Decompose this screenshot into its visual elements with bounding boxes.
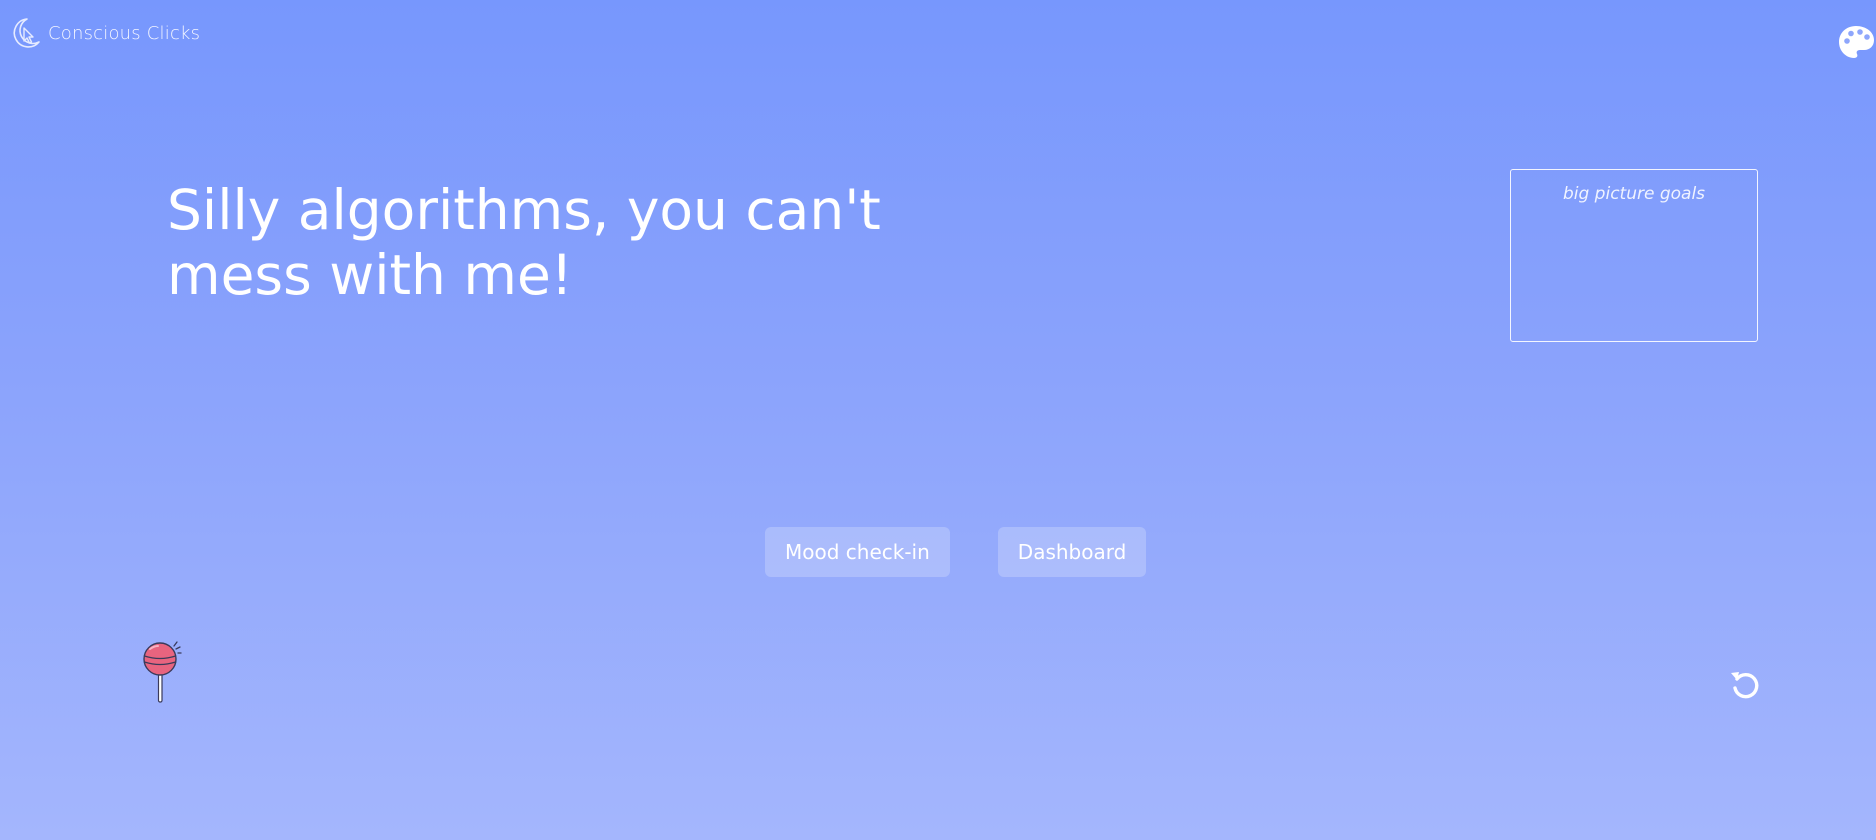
- undo-icon[interactable]: [1728, 668, 1762, 702]
- action-buttons: Mood check-in Dashboard: [765, 527, 1147, 577]
- mood-checkin-button[interactable]: Mood check-in: [765, 527, 950, 577]
- palette-icon[interactable]: [1836, 22, 1876, 62]
- brand-name: Conscious Clicks: [48, 22, 201, 44]
- lollipop-icon[interactable]: [138, 638, 184, 704]
- dashboard-button[interactable]: Dashboard: [997, 527, 1147, 577]
- moon-cursor-logo-icon: [13, 18, 40, 48]
- brand[interactable]: Conscious Clicks: [8, 16, 200, 50]
- page-headline: Silly algorithms, you can't mess with me…: [167, 178, 881, 307]
- big-picture-goals-input[interactable]: [1510, 169, 1758, 342]
